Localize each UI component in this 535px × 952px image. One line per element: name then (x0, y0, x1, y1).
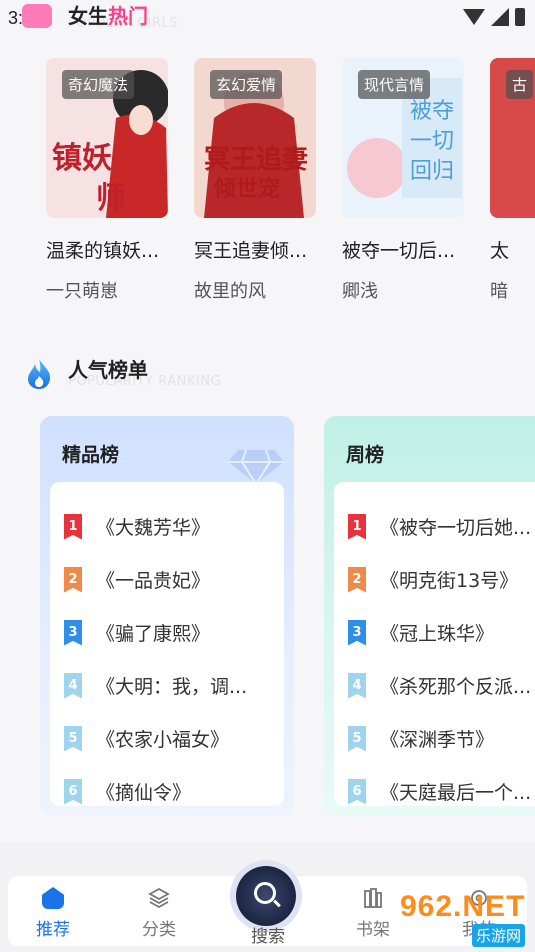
nav-item-recommend[interactable]: 推荐 (8, 876, 98, 946)
search-button[interactable] (236, 866, 296, 926)
ranking-list: 1 《大魏芳华》 2 《一品贵妃》 3 《骗了康熙》 4 《大明：我，调... 5 《农家… (50, 482, 284, 806)
svg-text:一切: 一切 (410, 129, 454, 154)
book-title[interactable]: 冥王追妻倾... (194, 236, 316, 263)
svg-text:倾世宠: 倾世宠 (213, 176, 280, 202)
ranking-book-title[interactable]: 《明克街13号》 (380, 566, 518, 593)
rank-5-icon: 5 (348, 725, 366, 752)
book-author: 暗 (490, 281, 508, 302)
ranking-book-title[interactable]: 《大明：我，调... (96, 672, 247, 699)
ranking-item[interactable]: 4 《大明：我，调... (50, 659, 284, 712)
ranking-book-title[interactable]: 《杀死那个反派... (380, 672, 531, 699)
ranking-item[interactable]: 1 《被夺一切后她... (334, 500, 535, 553)
ranking-book-title[interactable]: 《大魏芳华》 (96, 513, 210, 540)
ranking-card-title: 周榜 (346, 444, 385, 466)
nav-label: 分类 (142, 920, 176, 940)
layers-icon (148, 887, 170, 909)
rank-4-icon: 4 (348, 672, 366, 699)
book-cover[interactable]: 冥王追妻 倾世宠 玄幻爱情 (194, 58, 316, 218)
ranking-book-title[interactable]: 《一品贵妃》 (96, 566, 210, 593)
ranking-item[interactable]: 5 《农家小福女》 (50, 712, 284, 765)
signal-icon (491, 8, 509, 26)
watermark-logo: 962.NET 乐游网 (400, 890, 530, 948)
nav-label: 推荐 (36, 920, 70, 940)
rank-1-icon: 1 (64, 513, 82, 540)
ranking-book-title[interactable]: 《天庭最后一个... (380, 778, 531, 805)
ranking-book-title[interactable]: 《农家小福女》 (96, 725, 229, 752)
rank-6-icon: 6 (348, 778, 366, 805)
ranking-item[interactable]: 6 《天庭最后一个... (334, 765, 535, 816)
book-genre-tag: 现代言情 (358, 70, 431, 99)
status-icons (463, 8, 525, 26)
rank-4-icon: 4 (64, 672, 82, 699)
ranking-item[interactable]: 2 《明克街13号》 (334, 553, 535, 606)
flame-icon (28, 359, 51, 389)
ranking-item[interactable]: 4 《杀死那个反派... (334, 659, 535, 712)
book-author: 卿浅 (342, 281, 378, 302)
svg-text:师: 师 (96, 181, 126, 216)
book-author: 一只萌崽 (46, 281, 118, 302)
calendar-icon (512, 444, 535, 484)
svg-text:镇妖: 镇妖 (52, 141, 112, 176)
diamond-icon (228, 449, 284, 484)
svg-text:回归: 回归 (410, 159, 454, 184)
rank-1-icon: 1 (348, 513, 366, 540)
ranking-card-weekly[interactable]: 周榜 1 《被夺一切后她... 2 《明克街13号》 3 《冠上珠华》 4 《杀死那个反… (324, 416, 535, 816)
girls-badge-icon (22, 4, 52, 28)
ranking-list: 1 《被夺一切后她... 2 《明克街13号》 3 《冠上珠华》 4 《杀死那个反派..… (334, 482, 535, 806)
ranking-book-title[interactable]: 《骗了康熙》 (96, 619, 210, 646)
search-icon-handle (273, 899, 281, 908)
rank-3-icon: 3 (348, 619, 366, 646)
girls-section-title: 女生热门 (68, 4, 148, 28)
ranking-section-header: POPULARITY RANKING 人气榜单 (26, 352, 326, 396)
book-title[interactable]: 太 (490, 236, 535, 263)
nav-label: 书架 (356, 920, 390, 940)
book-carousel[interactable]: 镇妖 师 奇幻魔法 温柔的镇妖... 一只萌崽 冥王追妻 倾世宠 玄幻爱情 冥王… (46, 58, 535, 308)
book-author: 故里的风 (194, 281, 266, 302)
nav-label-search: 搜索 (251, 927, 285, 947)
ranking-book-title[interactable]: 《深渊季节》 (380, 725, 494, 752)
book-title[interactable]: 温柔的镇妖... (46, 236, 168, 263)
ranking-item[interactable]: 3 《冠上珠华》 (334, 606, 535, 659)
book-genre-tag: 玄幻爱情 (210, 70, 283, 99)
ranking-card-title: 精品榜 (62, 444, 120, 466)
ranking-card-premium[interactable]: 精品榜 1 《大魏芳华》 2 《一品贵妃》 3 《骗了康熙》 4 《大明：我，调... … (40, 416, 294, 816)
rank-6-icon: 6 (64, 778, 82, 805)
book-cover[interactable]: 古 (490, 58, 535, 218)
watermark-text: 962.NET (400, 890, 526, 923)
rank-3-icon: 3 (64, 619, 82, 646)
book-genre-tag: 奇幻魔法 (62, 70, 135, 99)
rank-2-icon: 2 (64, 566, 82, 593)
ranking-carousel[interactable]: 精品榜 1 《大魏芳华》 2 《一品贵妃》 3 《骗了康熙》 4 《大明：我，调... … (40, 416, 535, 816)
ranking-item[interactable]: 1 《大魏芳华》 (50, 500, 284, 553)
book-genre-tag: 古 (506, 70, 534, 99)
book-card[interactable]: 被夺 一切 回归 现代言情 被夺一切后... 卿浅 (342, 58, 464, 303)
book-title[interactable]: 被夺一切后... (342, 236, 464, 263)
bookshelf-icon (364, 888, 382, 908)
svg-text:冥王追妻: 冥王追妻 (204, 144, 308, 175)
wifi-icon (463, 9, 485, 25)
ranking-book-title[interactable]: 《冠上珠华》 (380, 619, 494, 646)
book-cover[interactable]: 被夺 一切 回归 现代言情 (342, 58, 464, 218)
ranking-section-title: 人气榜单 (68, 358, 148, 382)
rank-5-icon: 5 (64, 725, 82, 752)
ranking-book-title[interactable]: 《被夺一切后她... (380, 513, 531, 540)
ranking-book-title[interactable]: 《摘仙令》 (96, 778, 191, 805)
book-cover[interactable]: 镇妖 师 奇幻魔法 (46, 58, 168, 218)
home-icon (42, 887, 64, 909)
ranking-item[interactable]: 3 《骗了康熙》 (50, 606, 284, 659)
ranking-item[interactable]: 5 《深渊季节》 (334, 712, 535, 765)
ranking-item[interactable]: 6 《摘仙令》 (50, 765, 284, 816)
book-card[interactable]: 冥王追妻 倾世宠 玄幻爱情 冥王追妻倾... 故里的风 (194, 58, 316, 303)
watermark-subtext: 乐游网 (472, 924, 526, 947)
rank-2-icon: 2 (348, 566, 366, 593)
ranking-item[interactable]: 2 《一品贵妃》 (50, 553, 284, 606)
nav-item-category[interactable]: 分类 (114, 876, 204, 946)
book-card[interactable]: 古 太 暗 (490, 58, 535, 303)
svg-text:被夺: 被夺 (410, 99, 454, 124)
battery-icon (515, 8, 525, 26)
book-card[interactable]: 镇妖 师 奇幻魔法 温柔的镇妖... 一只萌崽 (46, 58, 168, 303)
